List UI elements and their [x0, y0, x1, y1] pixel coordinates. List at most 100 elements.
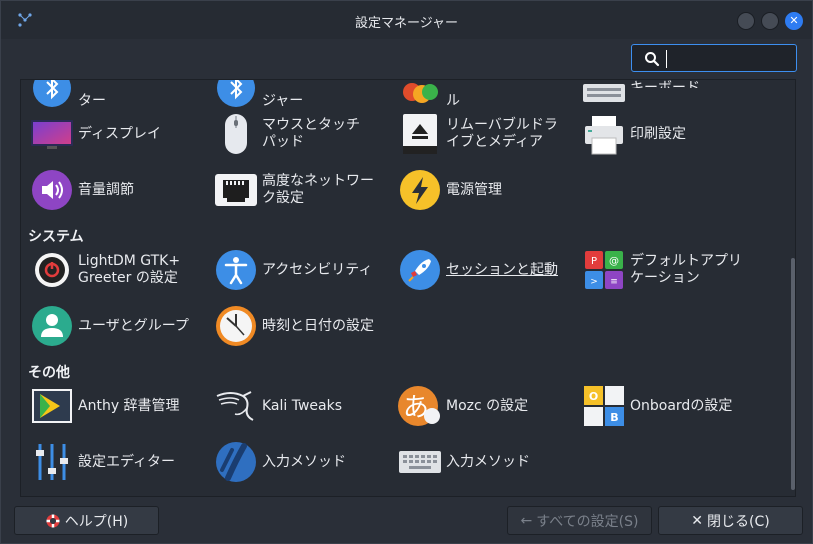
sliders-icon [29, 439, 75, 485]
settings-item-label: ル [446, 92, 460, 109]
settings-item-label: Mozc の設定 [446, 397, 529, 414]
svg-text:B: B [610, 411, 618, 424]
titlebar: 設定マネージャー ✕ [1, 1, 812, 39]
settings-item-label: 入力メソッド [262, 453, 346, 470]
mozc-icon: あ [397, 383, 443, 429]
settings-item-settings-editor[interactable]: 設定エディター [29, 438, 175, 486]
help-button-label: ヘルプ(H) [64, 513, 129, 530]
settings-item-default-apps[interactable]: P @ > ≡ デフォルトアプリ ケーション [581, 246, 742, 294]
settings-item-label: 印刷設定 [630, 125, 686, 142]
settings-item-volume[interactable]: 音量調節 [29, 166, 134, 214]
keyboard-icon [397, 439, 443, 485]
settings-item-partial-4[interactable]: キーボード [581, 79, 700, 112]
category-system-heading: システム [28, 229, 84, 245]
onboard-icon: OB [581, 383, 627, 429]
settings-item-onboard[interactable]: OB Onboardの設定 [581, 382, 732, 430]
settings-item-partial-2[interactable]: ジャー [213, 80, 304, 112]
settings-item-label: デフォルトアプリ ケーション [630, 253, 742, 286]
settings-item-users[interactable]: ユーザとグループ [29, 302, 189, 350]
printer-icon [581, 111, 627, 157]
settings-item-label: Anthy 辞書管理 [78, 397, 180, 414]
svg-text:O: O [589, 390, 598, 403]
settings-item-label: 電源管理 [446, 181, 502, 198]
close-x-icon: ✕ [691, 512, 704, 529]
help-button[interactable]: ヘルプ(H) [14, 506, 159, 535]
settings-item-label: リムーバブルドラ イブとメディア [446, 117, 558, 150]
power-icon [397, 167, 443, 213]
bluetooth-manager-icon [213, 80, 259, 111]
keyboard-settings-icon [581, 80, 627, 111]
settings-item-partial-3[interactable]: ル [397, 80, 460, 112]
settings-item-datetime[interactable]: 時刻と日付の設定 [213, 302, 374, 350]
input-method-icon [213, 439, 259, 485]
settings-item-session[interactable]: セッションと起動 [397, 246, 558, 294]
search-icon [645, 52, 660, 67]
close-window-button[interactable]: ✕ [785, 12, 803, 30]
settings-item-label: キーボード [630, 79, 700, 96]
settings-item-label: 音量調節 [78, 181, 134, 198]
category-other-heading: その他 [28, 365, 70, 381]
bluetooth-icon [29, 80, 75, 111]
window-title: 設定マネージャー [354, 16, 459, 31]
settings-item-label: 時刻と日付の設定 [262, 317, 374, 334]
close-button[interactable]: ✕ 閉じる(C) [658, 506, 803, 535]
eject-icon [397, 111, 443, 157]
scrollbar[interactable] [791, 258, 795, 490]
anthy-icon [29, 383, 75, 429]
minimize-button[interactable] [737, 12, 755, 30]
network-icon [213, 167, 259, 213]
settings-item-network[interactable]: 高度なネットワー ク設定 [213, 166, 374, 214]
settings-item-label: マウスとタッチ パッド [262, 117, 360, 150]
settings-item-lightdm[interactable]: LightDM GTK+ Greeter の設定 [29, 246, 180, 294]
settings-item-input-method-2[interactable]: 入力メソッド [397, 438, 530, 486]
settings-item-display[interactable]: ディスプレイ [29, 110, 161, 158]
kali-dragon-icon [213, 383, 259, 429]
text-caret [666, 50, 667, 68]
settings-item-mouse[interactable]: マウスとタッチ パッド [213, 110, 360, 158]
settings-item-anthy[interactable]: Anthy 辞書管理 [29, 382, 180, 430]
settings-manager-window: 設定マネージャー ✕ ター ジャー ル キーボード ディスプレイ マウスとタッチ… [0, 0, 813, 544]
default-apps-icon: P @ > ≡ [581, 247, 627, 293]
users-icon [29, 303, 75, 349]
rocket-icon [397, 247, 443, 293]
settings-item-label: ジャー [262, 92, 304, 109]
mouse-icon [213, 111, 259, 157]
lightdm-icon [29, 247, 75, 293]
clock-icon [213, 303, 259, 349]
settings-item-label: ター [78, 92, 106, 109]
settings-item-label: Kali Tweaks [262, 397, 343, 414]
close-icon: ✕ [789, 14, 799, 27]
close-button-label: 閉じる(C) [707, 513, 770, 530]
search-input[interactable] [670, 47, 790, 69]
settings-item-label: ディスプレイ [78, 125, 162, 142]
settings-item-label: 入力メソッド [446, 453, 530, 470]
svg-text:@: @ [609, 256, 619, 267]
settings-item-removable-drives[interactable]: リムーバブルドラ イブとメディア [397, 110, 558, 158]
settings-item-mozc[interactable]: あ Mozc の設定 [397, 382, 528, 430]
appearance-icon [397, 80, 443, 111]
svg-text:P: P [591, 256, 597, 267]
accessibility-icon [213, 247, 259, 293]
settings-item-power[interactable]: 電源管理 [397, 166, 502, 214]
all-settings-button[interactable]: ← すべての設定(S) [507, 506, 652, 535]
settings-item-input-method-1[interactable]: 入力メソッド [213, 438, 346, 486]
settings-item-label: ユーザとグループ [78, 317, 189, 334]
settings-item-label: LightDM GTK+ Greeter の設定 [78, 253, 181, 286]
settings-item-printer[interactable]: 印刷設定 [581, 110, 686, 158]
settings-item-label: Onboardの設定 [630, 397, 733, 414]
settings-item-accessibility[interactable]: アクセシビリティ [213, 246, 372, 294]
all-settings-label: すべての設定(S) [536, 513, 639, 530]
display-icon [29, 111, 75, 157]
volume-icon [29, 167, 75, 213]
settings-item-partial-1[interactable]: ター [29, 80, 106, 112]
lifebuoy-icon [46, 514, 60, 527]
settings-item-kali-tweaks[interactable]: Kali Tweaks [213, 382, 342, 430]
settings-item-label: アクセシビリティ [262, 261, 373, 278]
svg-text:≡: ≡ [610, 277, 618, 287]
settings-item-label: 設定エディター [78, 453, 176, 470]
settings-item-label: セッションと起動 [446, 261, 558, 278]
maximize-button[interactable] [761, 12, 779, 30]
settings-item-label: 高度なネットワー ク設定 [262, 173, 374, 206]
search-box[interactable] [631, 44, 797, 72]
arrow-left-icon: ← [520, 512, 533, 529]
